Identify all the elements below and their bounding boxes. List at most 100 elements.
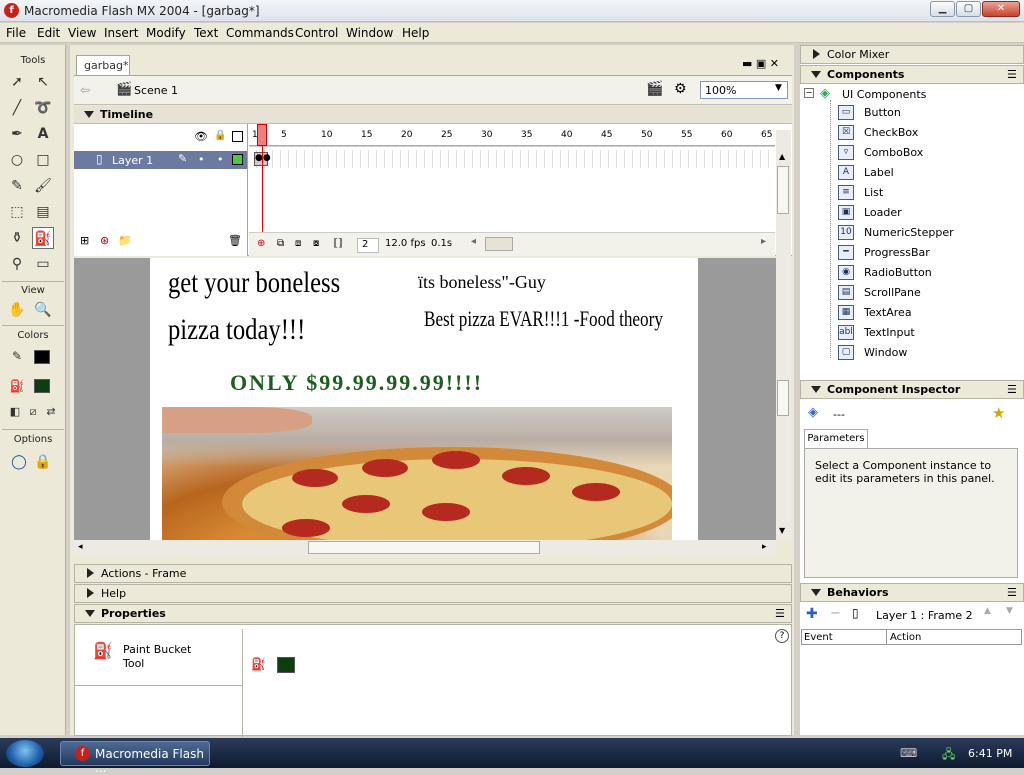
pen-tool-icon[interactable]: ✒ <box>6 123 28 145</box>
start-button[interactable] <box>6 740 44 767</box>
panel-options-icon[interactable]: ☰ <box>775 607 785 620</box>
brush-tool-icon[interactable]: 🖌 <box>32 175 54 197</box>
playhead[interactable] <box>257 124 267 146</box>
star-icon[interactable]: ★ <box>992 404 1005 422</box>
menu-view[interactable]: View <box>68 26 96 40</box>
subselect-tool-icon[interactable]: ↖ <box>32 71 54 93</box>
text-tool-icon[interactable]: A <box>32 123 54 145</box>
add-behavior-icon[interactable]: ✚ <box>806 606 818 622</box>
outline-icon[interactable] <box>232 131 243 142</box>
parameters-tab[interactable]: Parameters <box>804 429 868 449</box>
menu-help[interactable]: Help <box>402 26 429 40</box>
network-icon[interactable]: 🖧 <box>942 745 955 766</box>
lock-fill-icon[interactable]: 🔒 <box>32 451 54 473</box>
edit-scene-icon[interactable]: 🎬 <box>646 81 663 97</box>
minimize-button[interactable]: ▁ <box>930 1 955 17</box>
action-column[interactable]: Action <box>890 632 921 643</box>
horizontal-scrollbar[interactable]: ◂ ▸ <box>74 540 776 556</box>
components-header[interactable]: Components ☰ <box>800 65 1024 84</box>
tree-collapse-icon[interactable]: − <box>804 88 814 98</box>
ui-components-label[interactable]: UI Components <box>842 88 926 101</box>
stroke-color-swatch[interactable] <box>34 350 50 364</box>
ink-bottle-tool-icon[interactable]: ⚱ <box>6 227 28 249</box>
timeline-header[interactable]: Timeline <box>74 106 792 124</box>
actions-panel-header[interactable]: Actions - Frame <box>74 564 792 583</box>
lock-dot-icon[interactable]: • <box>217 153 224 166</box>
stage-hscroll-thumb[interactable] <box>308 541 540 554</box>
zoom-select[interactable]: 100% ▼ <box>700 81 788 99</box>
menu-control[interactable]: Control <box>295 26 338 40</box>
frame-row[interactable] <box>249 150 775 168</box>
fill-color-swatch[interactable] <box>34 379 50 393</box>
frame-scroll-thumb[interactable] <box>485 237 513 251</box>
menu-edit[interactable]: Edit <box>37 26 60 40</box>
edit-symbols-icon[interactable]: ⚙ <box>674 81 687 97</box>
eyedropper-tool-icon[interactable]: ⚲ <box>6 253 28 275</box>
right-arrow-icon[interactable]: ▸ <box>761 236 766 247</box>
scroll-left-icon[interactable]: ◂ <box>78 542 83 552</box>
swap-colors-icon[interactable]: ⇄ <box>40 401 62 423</box>
pizza-image[interactable] <box>162 407 672 540</box>
scroll-down-icon[interactable]: ▼ <box>779 526 785 535</box>
help-panel-header[interactable]: Help <box>74 584 792 603</box>
event-column[interactable]: Event <box>804 632 833 643</box>
menu-text[interactable]: Text <box>194 26 218 40</box>
frame-ruler[interactable]: 1 5 10 15 20 25 30 35 40 45 50 55 60 65 <box>249 124 775 146</box>
timeline-vscroll-thumb[interactable] <box>777 166 789 214</box>
pencil-tool-icon[interactable]: ✎ <box>6 175 28 197</box>
insert-folder-icon[interactable]: 📁 <box>118 234 132 247</box>
outline-color-box[interactable] <box>232 154 243 165</box>
clock[interactable]: 6:41 PM <box>968 747 1012 760</box>
help-icon[interactable]: ? <box>775 629 789 643</box>
gap-size-icon[interactable]: ◯ <box>8 451 30 473</box>
behaviors-header[interactable]: Behaviors ☰ <box>800 583 1024 602</box>
layer-row[interactable]: ▯ Layer 1 ✎ • • <box>74 151 247 169</box>
hand-tool-icon[interactable]: ✋ <box>6 299 28 321</box>
move-down-icon[interactable]: ▼ <box>1006 606 1013 616</box>
menu-commands[interactable]: Commands <box>226 26 294 40</box>
insert-layer-icon[interactable]: ⊞ <box>80 234 89 247</box>
document-tab[interactable]: garbag* <box>76 55 130 75</box>
stage-vscroll-thumb[interactable] <box>777 380 789 416</box>
color-mixer-header[interactable]: Color Mixer <box>800 45 1024 64</box>
menu-modify[interactable]: Modify <box>146 26 186 40</box>
delete-layer-icon[interactable]: 🗑 <box>228 234 242 247</box>
add-guide-icon[interactable]: ⊛ <box>100 234 109 247</box>
eye-icon[interactable]: 👁 <box>194 130 208 143</box>
keyboard-icon[interactable]: ⌨ <box>900 746 917 760</box>
scroll-right-icon[interactable]: ▸ <box>762 542 767 552</box>
panel-options-icon[interactable]: ☰ <box>1007 586 1017 599</box>
doc-menu-icon[interactable]: ▬ ▣ ✕ <box>742 57 779 70</box>
maximize-button[interactable]: ▢ <box>956 1 981 17</box>
oval-tool-icon[interactable]: ○ <box>6 149 28 171</box>
menu-insert[interactable]: Insert <box>104 26 138 40</box>
rectangle-tool-icon[interactable]: □ <box>32 149 54 171</box>
center-frame-icon[interactable]: ⊕ <box>257 238 265 249</box>
taskbar-flash-button[interactable]: f Macromedia Flash ... <box>60 741 210 775</box>
line-tool-icon[interactable]: ╱ <box>6 97 28 119</box>
onion-skin-icon[interactable]: ⧉ <box>277 238 284 249</box>
lasso-tool-icon[interactable]: ➰ <box>32 97 54 119</box>
left-arrow-icon[interactable]: ◂ <box>471 236 476 247</box>
move-up-icon[interactable]: ▲ <box>984 606 991 616</box>
panel-options-icon[interactable]: ☰ <box>1007 383 1017 396</box>
properties-panel-header[interactable]: Properties ☰ <box>74 604 792 623</box>
eraser-tool-icon[interactable]: ▭ <box>32 253 54 275</box>
remove-behavior-icon[interactable]: − <box>830 606 841 621</box>
zoom-tool-icon[interactable]: 🔍 <box>32 299 54 321</box>
edit-multiple-icon[interactable]: ⧇ <box>313 238 319 249</box>
fill-transform-tool-icon[interactable]: ▤ <box>32 201 54 223</box>
visible-dot-icon[interactable]: • <box>198 153 205 166</box>
fill-color-picker[interactable] <box>277 657 295 673</box>
free-transform-tool-icon[interactable]: ⬚ <box>6 201 28 223</box>
menu-window[interactable]: Window <box>346 26 393 40</box>
frame-area[interactable]: 15101520253035404550556065 ●● ⊕ ⧉ ⧈ ⧇ ⟦⟧… <box>249 124 775 256</box>
close-button[interactable]: ✕ <box>982 1 1020 17</box>
onion-markers-icon[interactable]: ⟦⟧ <box>333 238 343 249</box>
arrow-tool-icon[interactable]: ➚ <box>6 71 28 93</box>
onion-outline-icon[interactable]: ⧈ <box>295 238 301 249</box>
back-arrow-icon[interactable]: ⇦ <box>80 83 90 97</box>
component-inspector-header[interactable]: Component Inspector ☰ <box>800 380 1024 399</box>
scroll-up-icon[interactable]: ▲ <box>779 152 785 161</box>
menu-file[interactable]: File <box>6 26 26 40</box>
